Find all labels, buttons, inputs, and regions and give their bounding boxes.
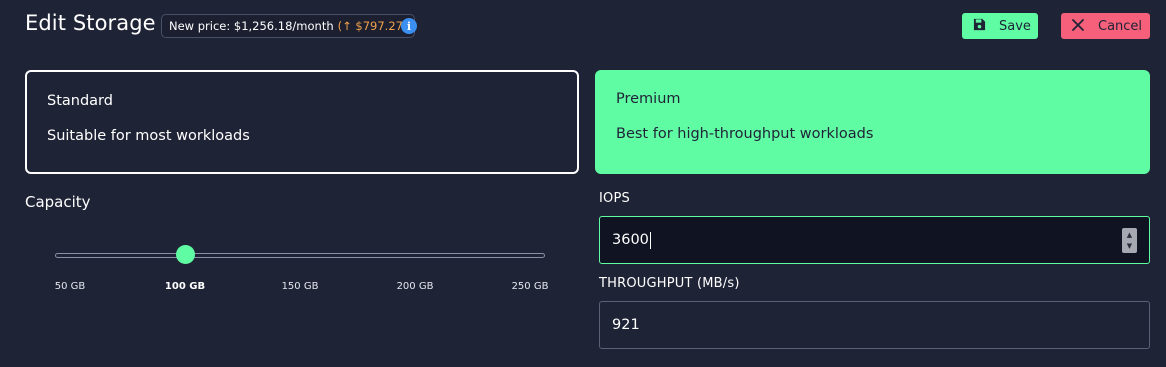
number-spinner[interactable]: ▲ ▼	[1122, 228, 1137, 253]
spinner-down-icon[interactable]: ▼	[1127, 242, 1132, 250]
throughput-input[interactable]: 921	[599, 301, 1150, 349]
iops-label: IOPS	[599, 191, 630, 206]
capacity-slider-track[interactable]	[55, 253, 545, 258]
capacity-slider-thumb[interactable]	[176, 245, 195, 264]
text-caret	[649, 231, 651, 249]
tier-name: Standard	[47, 93, 113, 109]
price-change: (↑ $797.27)	[337, 19, 408, 33]
capacity-tick[interactable]: 50 GB	[55, 281, 86, 292]
floppy-disk-icon	[973, 18, 986, 35]
iops-input[interactable]: 3600 ▲ ▼	[599, 216, 1150, 264]
x-icon	[1071, 18, 1085, 35]
capacity-label: Capacity	[25, 193, 91, 211]
tier-description: Best for high-throughput workloads	[616, 126, 874, 142]
cancel-label: Cancel	[1098, 18, 1143, 34]
capacity-tick[interactable]: 150 GB	[282, 281, 319, 292]
tier-description: Suitable for most workloads	[47, 128, 250, 144]
tier-card-premium[interactable]: Premium Best for high-throughput workloa…	[595, 70, 1150, 174]
cancel-button[interactable]: Cancel	[1061, 13, 1150, 39]
spinner-up-icon[interactable]: ▲	[1127, 231, 1132, 239]
capacity-tick[interactable]: 200 GB	[397, 281, 434, 292]
iops-value: 3600	[612, 232, 649, 248]
capacity-tick[interactable]: 100 GB	[165, 281, 205, 292]
page-title: Edit Storage	[25, 11, 156, 35]
tier-name: Premium	[616, 91, 681, 107]
throughput-label: THROUGHPUT (MB/s)	[599, 276, 740, 291]
save-button[interactable]: Save	[962, 13, 1038, 39]
price-badge: New price: $1,256.18/month (↑ $797.27)	[161, 14, 416, 38]
price-text: New price: $1,256.18/month	[169, 19, 334, 33]
save-label: Save	[999, 18, 1031, 34]
throughput-value: 921	[612, 317, 640, 333]
info-icon[interactable]: i	[401, 18, 417, 34]
tier-card-standard[interactable]: Standard Suitable for most workloads	[25, 70, 579, 174]
capacity-tick[interactable]: 250 GB	[512, 281, 549, 292]
